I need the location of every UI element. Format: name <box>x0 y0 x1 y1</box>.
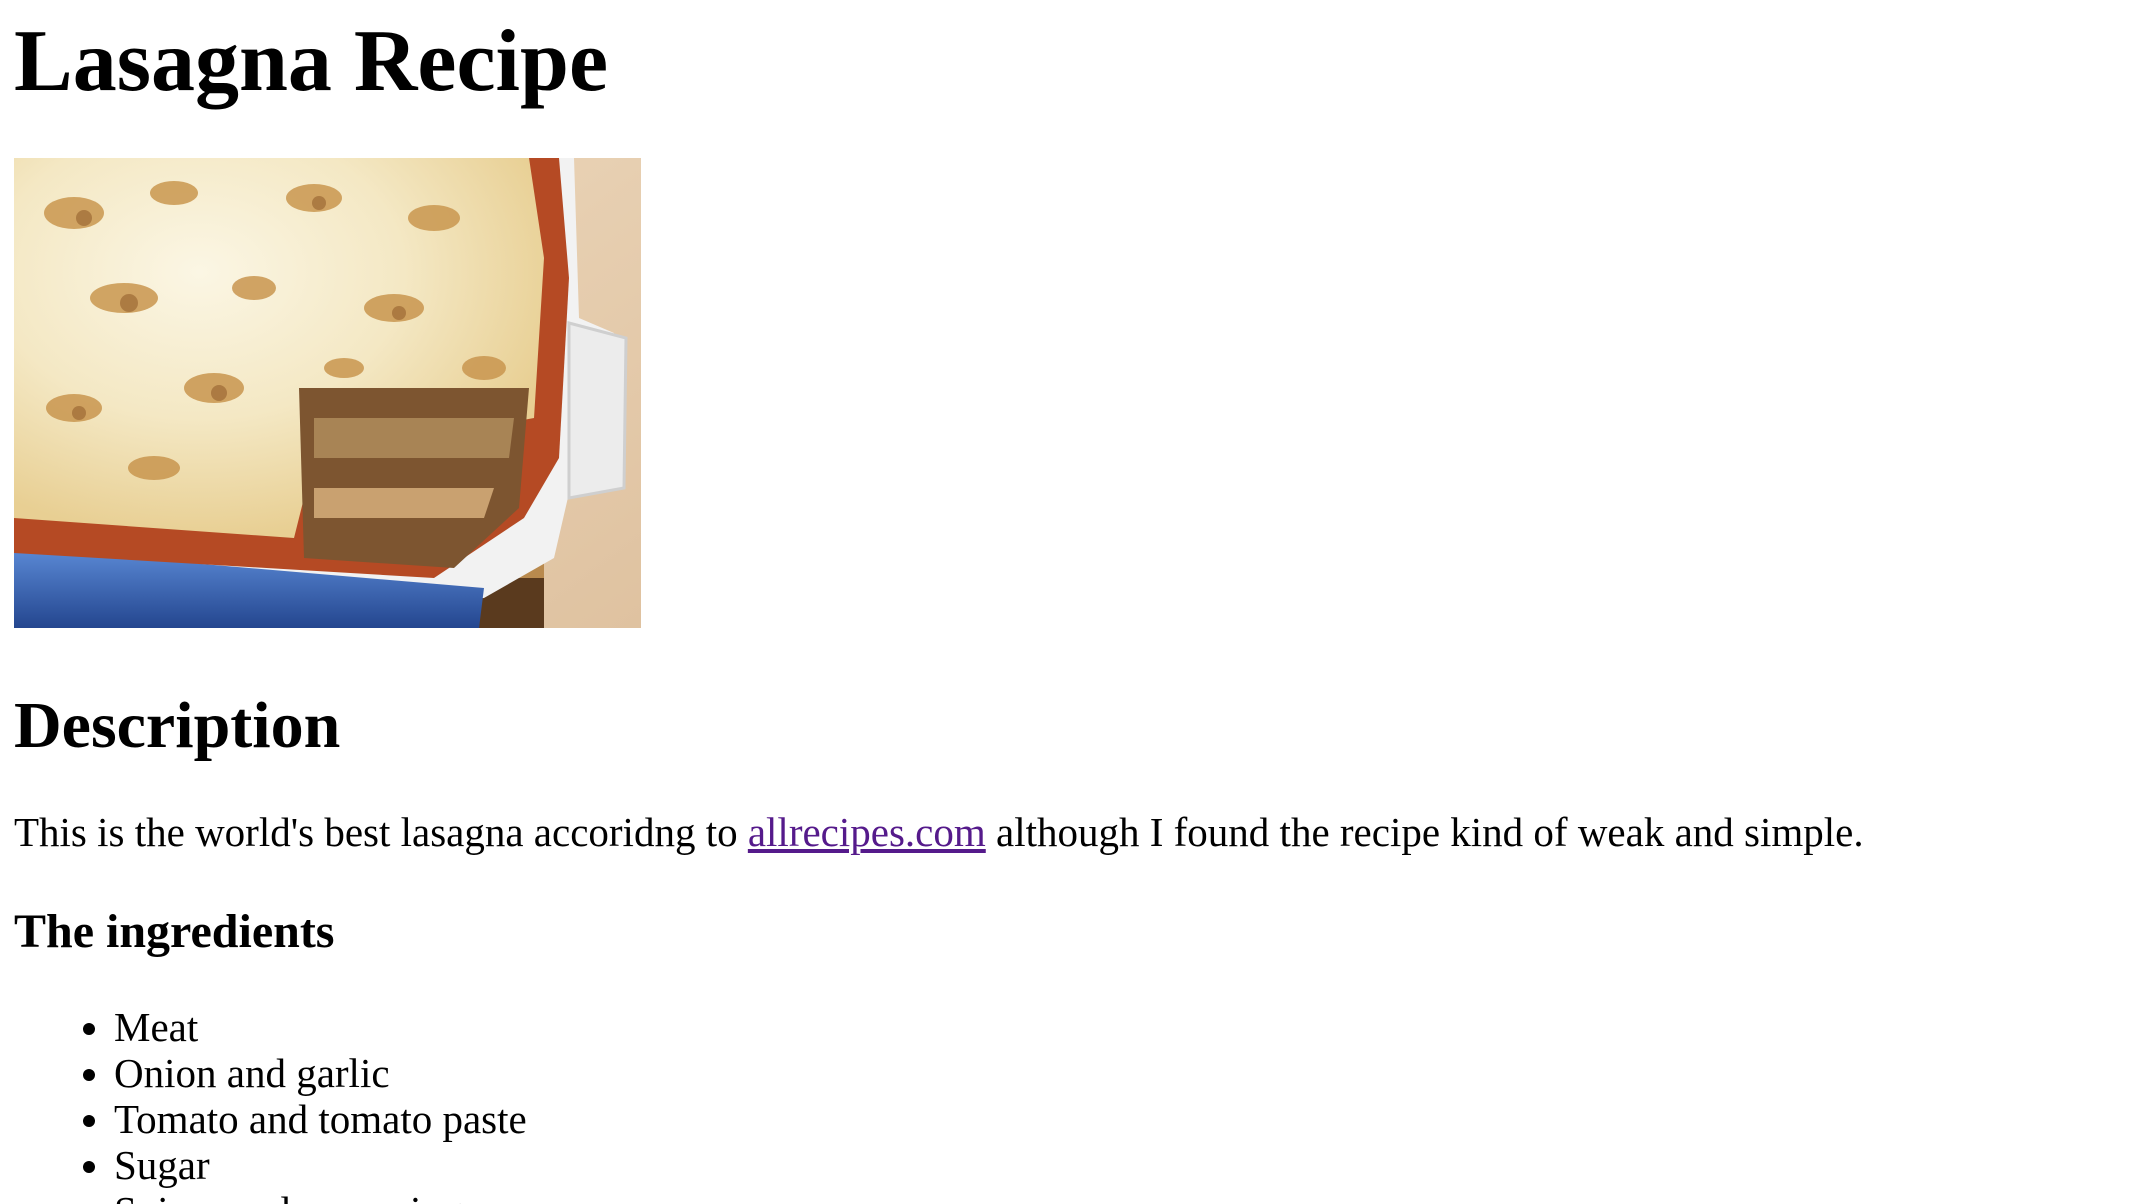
page: Lasagna Recipe Description This is the w… <box>0 0 2140 1204</box>
description-text: This is the world's best lasagna accorid… <box>14 808 1864 857</box>
lasagna-illustration <box>14 158 641 628</box>
description-text-before: This is the world's best lasagna accorid… <box>14 809 748 855</box>
ingredients-heading: The ingredients <box>14 905 335 958</box>
lasagna-photo <box>14 158 641 628</box>
description-heading: Description <box>14 689 341 762</box>
list-item: Sugar <box>114 1142 527 1188</box>
page-title: Lasagna Recipe <box>14 13 608 110</box>
description-text-after: although I found the recipe kind of weak… <box>985 809 1864 855</box>
list-item: Tomato and tomato paste <box>114 1096 527 1142</box>
ingredients-list: Meat Onion and garlic Tomato and tomato … <box>14 1004 527 1204</box>
allrecipes-link[interactable]: allrecipes.com <box>748 809 986 855</box>
list-item: Meat <box>114 1004 527 1050</box>
list-item: Spices and seasonings <box>114 1188 527 1204</box>
list-item: Onion and garlic <box>114 1050 527 1096</box>
